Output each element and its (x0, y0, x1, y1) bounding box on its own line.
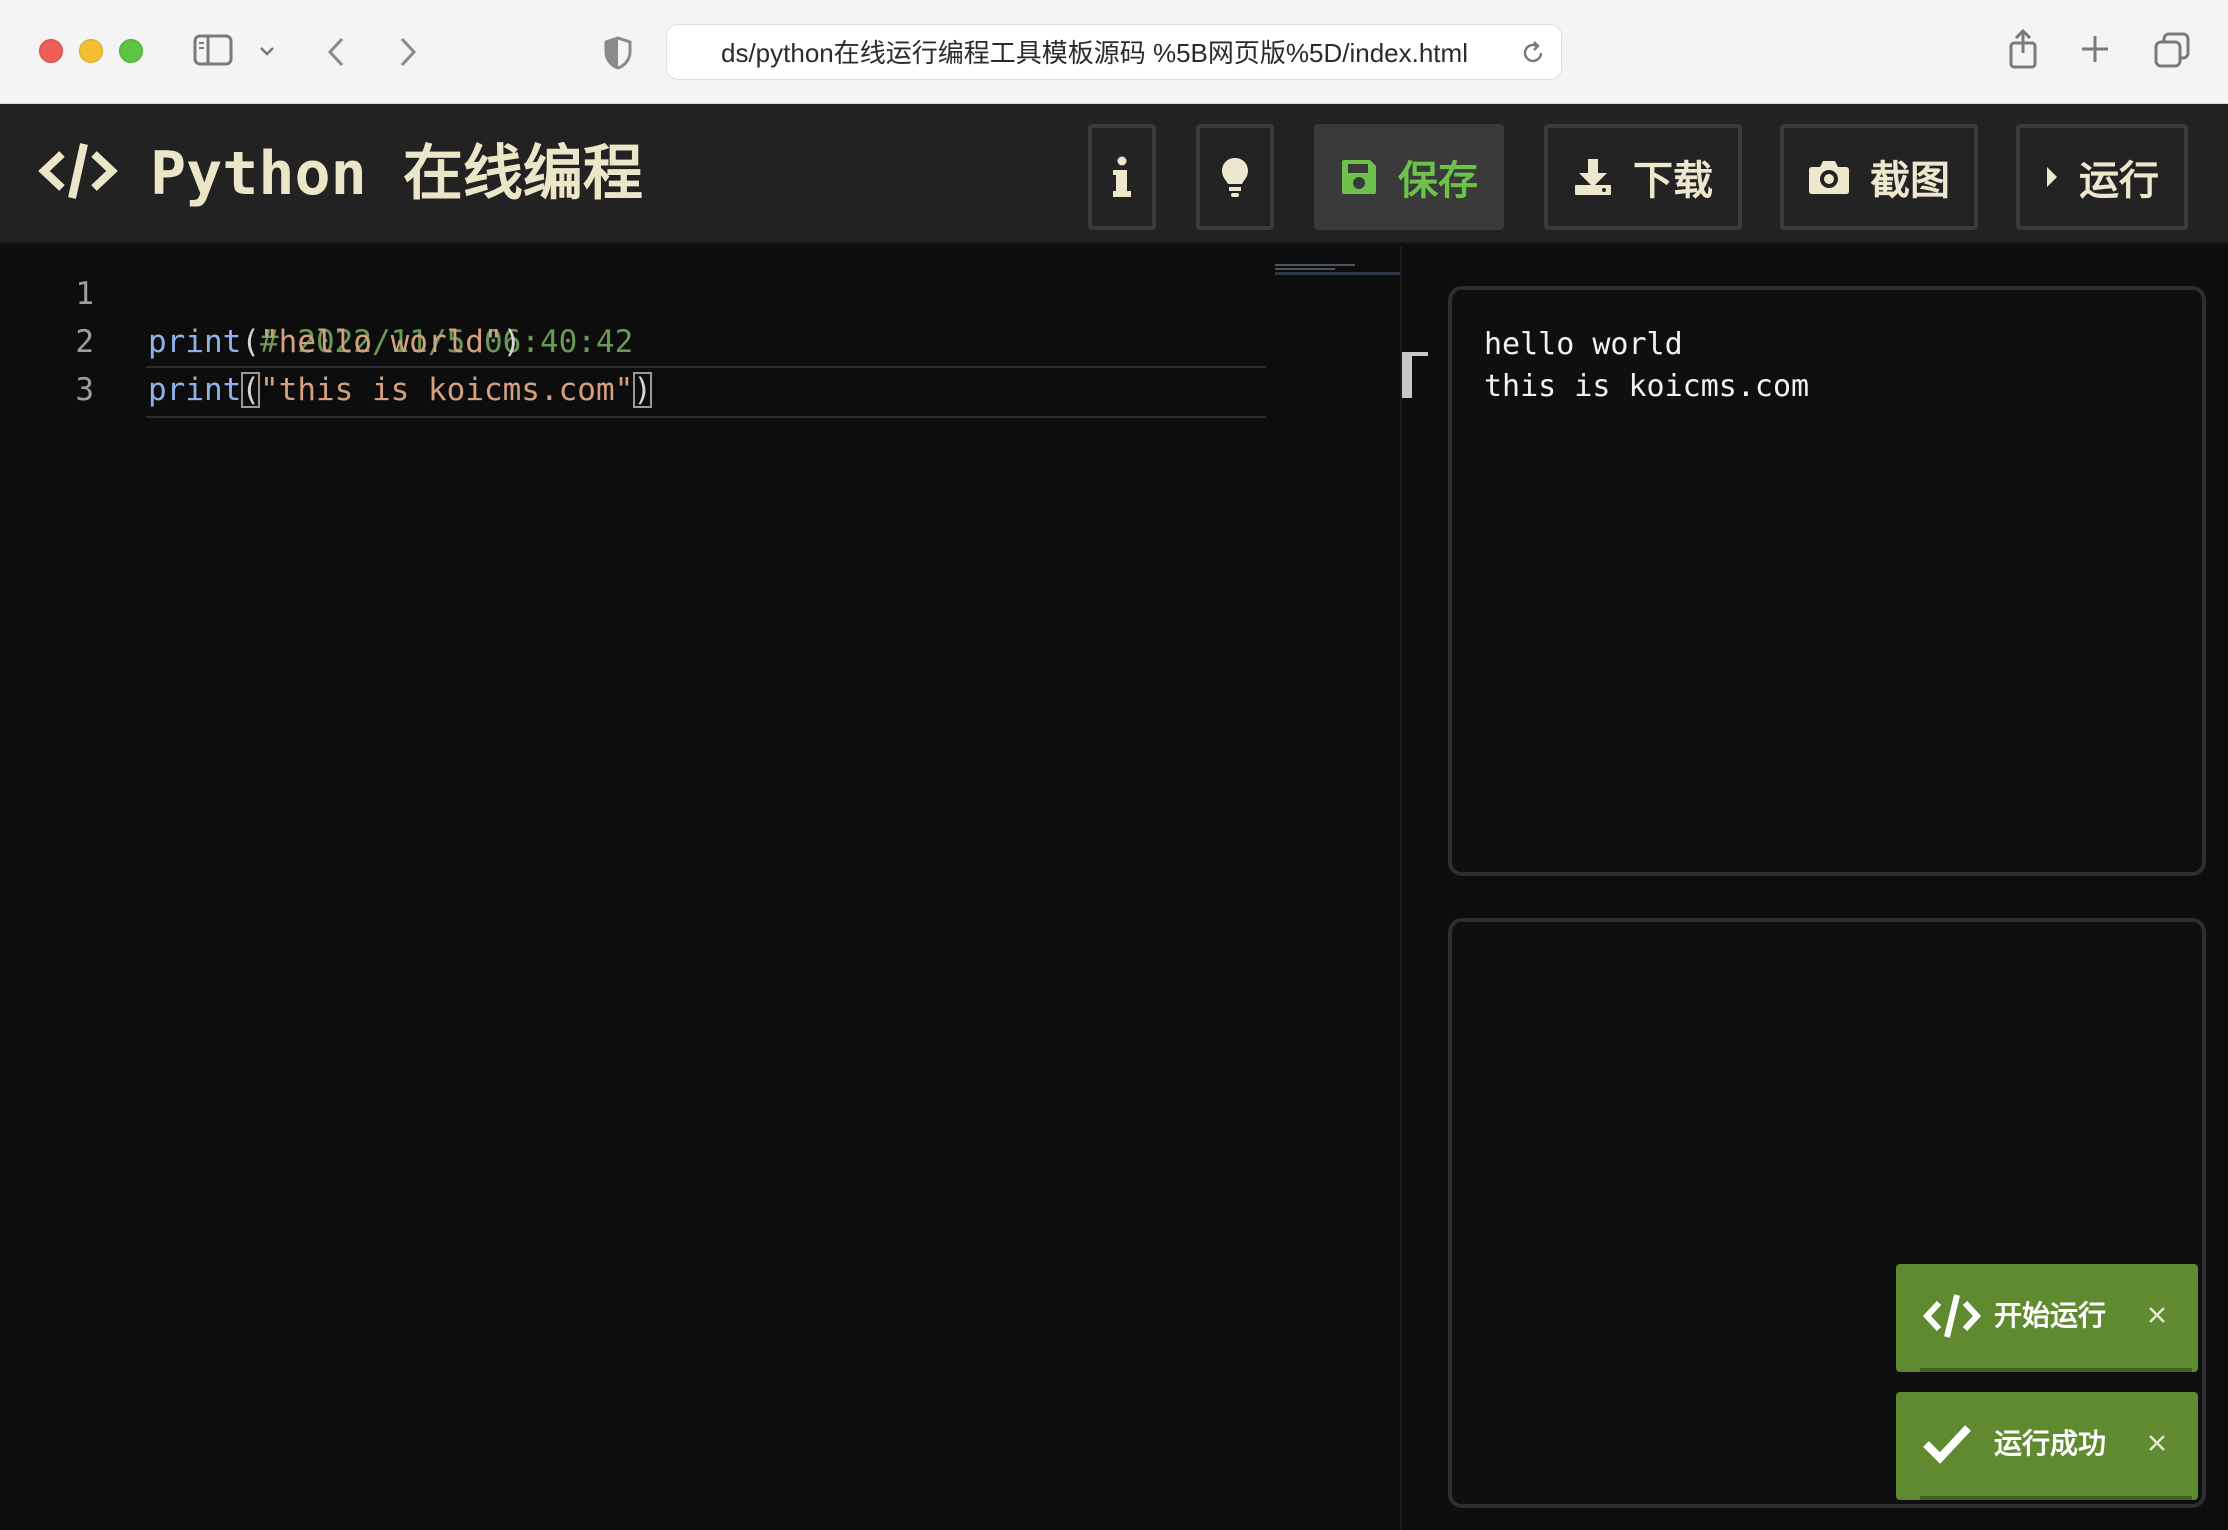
camera-icon (1808, 159, 1850, 195)
code-line[interactable]: print("hello world") (148, 318, 1268, 366)
output-panel: hello world this is koicms.com (1448, 286, 2206, 876)
save-button[interactable]: 保存 (1314, 124, 1504, 230)
code-line-current[interactable]: print("this is koicms.com") (146, 366, 1268, 418)
minimap-line (1275, 268, 1335, 270)
line-number: 1 (75, 276, 94, 312)
address-bar[interactable]: ds/python在线运行编程工具模板源码 %5B网页版%5D/index.ht… (666, 24, 1562, 80)
forward-icon[interactable] (394, 34, 422, 70)
toast-progress-bar (1920, 1496, 2192, 1500)
toast-run-success: 运行成功 (1896, 1392, 2198, 1500)
window-close-button[interactable] (39, 39, 63, 63)
tips-button[interactable] (1196, 124, 1274, 230)
matched-bracket: ) (633, 372, 652, 408)
url-text[interactable]: ds/python在线运行编程工具模板源码 %5B网页版%5D/index.ht… (721, 25, 1511, 81)
code-editor[interactable]: 1 2 3 # 2022/11/5 06:40:42 print("hello … (0, 246, 1400, 1530)
privacy-shield-icon[interactable] (602, 34, 634, 72)
function-token: print (148, 372, 242, 408)
app-header: Python 在线编程 保存 下载 截图 运行 (0, 104, 2228, 244)
new-tab-icon[interactable] (2078, 32, 2112, 66)
string-token: "this is koicms.com" (260, 372, 634, 408)
share-icon[interactable] (2006, 28, 2040, 70)
download-button[interactable]: 下载 (1544, 124, 1742, 230)
toast-run-started: 开始运行 (1896, 1264, 2198, 1372)
scrollbar-marker[interactable] (1402, 352, 1428, 398)
back-icon[interactable] (322, 34, 350, 70)
string-token: "hello world" (260, 324, 503, 360)
screenshot-button[interactable]: 截图 (1780, 124, 1978, 230)
line-number: 2 (75, 324, 94, 360)
tab-overview-icon[interactable] (2152, 30, 2192, 70)
paren-token: ) (502, 324, 522, 360)
toast-label: 运行成功 (1994, 1427, 2107, 1460)
function-token: print (148, 324, 242, 360)
save-icon (1340, 158, 1378, 196)
app-title: Python 在线编程 (150, 139, 643, 209)
play-icon (2045, 165, 2059, 189)
minimap-slider[interactable] (1275, 272, 1400, 275)
close-icon[interactable] (2142, 1428, 2172, 1458)
output-text: hello world this is koicms.com (1484, 327, 1810, 404)
code-logo-icon (38, 140, 118, 202)
download-label: 下载 (1633, 158, 1713, 204)
toast-label: 开始运行 (1994, 1299, 2107, 1332)
lightbulb-icon (1220, 156, 1250, 198)
code-line[interactable]: # 2022/11/5 06:40:42 (148, 270, 1268, 360)
save-label: 保存 (1398, 158, 1478, 204)
window-maximize-button[interactable] (119, 39, 143, 63)
check-icon (1922, 1418, 1982, 1470)
run-label: 运行 (2079, 158, 2159, 204)
window-minimize-button[interactable] (79, 39, 103, 63)
screenshot-label: 截图 (1870, 158, 1950, 204)
editor-divider[interactable] (1400, 246, 1402, 1530)
reload-icon[interactable] (1519, 39, 1547, 67)
paren-token: ( (241, 324, 260, 360)
download-icon (1573, 157, 1613, 197)
line-number: 3 (75, 372, 94, 408)
run-button[interactable]: 运行 (2016, 124, 2188, 230)
code-lines[interactable]: # 2022/11/5 06:40:42 print("hello world"… (146, 270, 1268, 418)
chevron-down-icon[interactable] (256, 40, 278, 62)
close-icon[interactable] (2142, 1300, 2172, 1330)
sidebar-toggle-icon[interactable] (192, 32, 234, 68)
toast-progress-bar (1920, 1368, 2192, 1372)
info-button[interactable] (1088, 124, 1156, 230)
matched-bracket: ( (241, 372, 260, 408)
code-icon (1922, 1290, 1982, 1342)
info-icon (1113, 156, 1131, 198)
minimap-line (1275, 264, 1355, 266)
browser-toolbar: ds/python在线运行编程工具模板源码 %5B网页版%5D/index.ht… (0, 0, 2228, 104)
line-number-gutter: 1 2 3 (0, 270, 100, 414)
